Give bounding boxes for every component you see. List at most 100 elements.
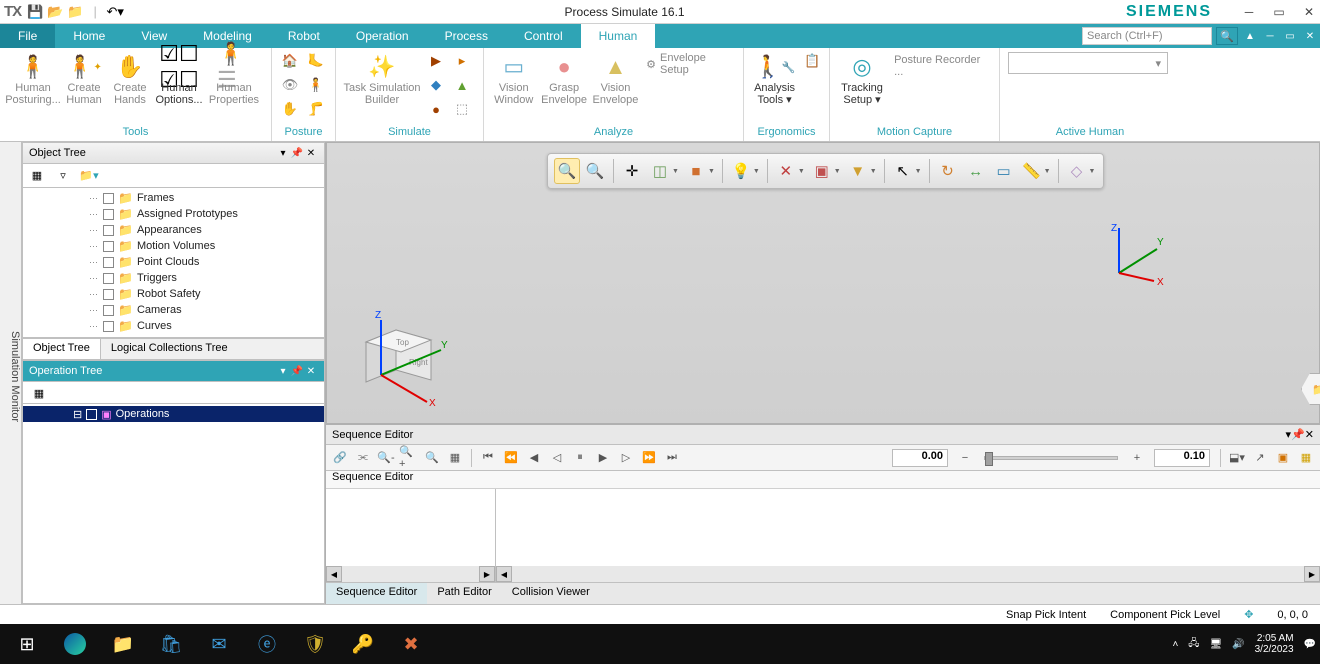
jump-start-icon[interactable]: ⏮ — [478, 448, 498, 468]
tree-tool-3[interactable]: 📁▾ — [79, 167, 99, 185]
tab-collision-viewer[interactable]: Collision Viewer — [502, 583, 600, 604]
view-cube[interactable]: Top Right Z Y X — [351, 300, 451, 413]
analysis-tools-button[interactable]: 🚶🔧 Analysis Tools ▾ — [750, 50, 799, 108]
posture-btn-6[interactable]: 🦵 — [304, 98, 328, 120]
tree-tool-1[interactable]: ▦ — [27, 167, 47, 185]
create-hands-button[interactable]: ✋ Create Hands — [108, 50, 152, 108]
simulation-monitor-tab[interactable]: Simulation Monitor — [0, 142, 22, 604]
tab-file[interactable]: File — [0, 24, 55, 48]
play-back-icon[interactable]: ◁ — [547, 448, 567, 468]
operation-tree-header[interactable]: Operation Tree ▾ 📌 ✕ — [22, 360, 325, 382]
human-posturing-button[interactable]: 🧍 Human Posturing... — [6, 50, 60, 108]
zoom-fit-seq-icon[interactable]: 🔍 — [422, 448, 442, 468]
posture-btn-5[interactable]: ✋ — [278, 98, 302, 120]
select-rect-icon[interactable]: ▭ — [991, 158, 1017, 184]
sim-btn-6[interactable]: ⬚ — [450, 98, 474, 120]
cube-wireframe-icon[interactable]: ◫ — [647, 158, 673, 184]
tab-process[interactable]: Process — [427, 24, 506, 48]
tray-sound-icon[interactable]: 🔊 — [1232, 639, 1244, 650]
maximize-button[interactable]: ▭ — [1272, 5, 1286, 19]
tab-robot[interactable]: Robot — [270, 24, 338, 48]
search-button[interactable]: 🔍 — [1216, 27, 1238, 45]
open-folder-icon[interactable]: 📁 — [67, 4, 83, 20]
zoom-fit-icon[interactable]: 🔍 — [554, 158, 580, 184]
tab-operation[interactable]: Operation — [338, 24, 427, 48]
posture-btn-4[interactable]: 🧍 — [304, 74, 328, 96]
tab-object-tree[interactable]: Object Tree — [23, 339, 101, 359]
task-simulation-builder-button[interactable]: ✨ Task Simulation Builder — [342, 50, 422, 108]
light-icon[interactable]: 💡 — [728, 158, 754, 184]
seq-extra-3[interactable]: ▣ — [1273, 448, 1293, 468]
pin-icon[interactable]: 📌 — [1291, 428, 1305, 441]
tray-clock[interactable]: 2:05 AM 3/2/2023 — [1255, 633, 1294, 655]
ribbon-collapse-up[interactable]: ▲ — [1241, 27, 1259, 45]
cursor-icon[interactable]: ↖ — [890, 158, 916, 184]
tracking-setup-button[interactable]: ◎ Tracking Setup ▾ — [836, 50, 888, 108]
vision-window-button[interactable]: ▭ Vision Window — [490, 50, 537, 108]
seq-extra-2[interactable]: ↗ — [1250, 448, 1270, 468]
taskbar-edge[interactable] — [52, 624, 98, 664]
ribbon-min[interactable]: ─ — [1261, 27, 1279, 45]
ribbon-close[interactable]: ✕ — [1301, 27, 1319, 45]
open-icon[interactable]: 📂 — [47, 4, 63, 20]
pause-icon[interactable]: ⏸ — [570, 448, 590, 468]
target-icon[interactable]: ✛ — [619, 158, 645, 184]
time-slider[interactable] — [984, 456, 1118, 460]
move-icon[interactable]: ↔ — [963, 158, 989, 184]
next-icon[interactable]: ▷ — [616, 448, 636, 468]
close-icon[interactable]: ✕ — [304, 366, 318, 377]
link-icon[interactable]: 🔗 — [330, 448, 350, 468]
dropdown-icon[interactable]: ▾ — [276, 148, 290, 159]
step-back-icon[interactable]: ⏪ — [501, 448, 521, 468]
dropdown-icon[interactable]: ▾ — [276, 366, 290, 377]
tray-display-icon[interactable]: 🖥 — [1209, 639, 1222, 650]
sequence-editor-header[interactable]: Sequence Editor ▾ 📌 ✕ — [326, 425, 1320, 445]
sim-btn-1[interactable]: ▶ — [424, 50, 448, 72]
zoom-icon[interactable]: 🔍 — [582, 158, 608, 184]
object-tree-body[interactable]: ⋯📁Frames ⋯📁Assigned Prototypes ⋯📁Appeara… — [22, 188, 325, 338]
taskbar-ie[interactable]: ⓔ — [244, 624, 290, 664]
close-icon[interactable]: ✕ — [304, 148, 318, 159]
zoom-out-icon[interactable]: 🔍- — [376, 448, 396, 468]
filter-icon[interactable]: ▼ — [845, 158, 871, 184]
posture-btn-1[interactable]: 🏠 — [278, 50, 302, 72]
operation-root[interactable]: ⊟ ▣ Operations — [23, 406, 324, 422]
close-button[interactable]: ✕ — [1302, 5, 1316, 19]
search-input[interactable]: Search (Ctrl+F) — [1082, 27, 1212, 45]
zoom-in-icon[interactable]: 🔍+ — [399, 448, 419, 468]
tab-home[interactable]: Home — [55, 24, 123, 48]
3d-viewport[interactable]: 🔍 🔍 ✛ ◫▼ ■▼ 💡▼ ✕▼ ▣▼ ▼▼ ↖▼ ↻ ↔ ▭ 📏▼ — [326, 142, 1320, 424]
axis-icon[interactable]: ✕ — [773, 158, 799, 184]
eraser-icon[interactable]: ◇ — [1064, 158, 1090, 184]
sim-btn-3[interactable]: ◆ — [424, 74, 448, 96]
tab-sequence-editor[interactable]: Sequence Editor — [326, 583, 427, 604]
active-human-dropdown[interactable]: ▾ — [1008, 52, 1168, 74]
tray-notifications-icon[interactable]: 💬 — [1304, 639, 1316, 650]
taskbar-explorer[interactable]: 📁 — [100, 624, 146, 664]
hex-folder-icon[interactable]: 📁 — [1301, 373, 1320, 405]
tab-path-editor[interactable]: Path Editor — [427, 583, 501, 604]
ruler-icon[interactable]: 📏 — [1019, 158, 1045, 184]
taskbar-app[interactable]: ✖ — [388, 624, 434, 664]
human-options-button[interactable]: ☑☐☑☐ Human Options... — [154, 50, 204, 108]
envelope-setup-button[interactable]: ⚙ Envelope Setup — [646, 52, 733, 76]
close-icon[interactable]: ✕ — [1305, 428, 1314, 441]
step-fwd-icon[interactable]: ⏩ — [639, 448, 659, 468]
time-minus-icon[interactable]: − — [955, 448, 975, 468]
box-icon[interactable]: ▣ — [809, 158, 835, 184]
pin-icon[interactable]: 📌 — [290, 148, 304, 159]
prev-icon[interactable]: ◀ — [524, 448, 544, 468]
grid-icon[interactable]: ▦ — [445, 448, 465, 468]
minimize-button[interactable]: ─ — [1242, 5, 1256, 19]
sim-btn-4[interactable]: ▲ — [450, 74, 474, 96]
seq-extra-1[interactable]: ⬓▾ — [1227, 448, 1247, 468]
ergo-extra-icon[interactable]: 📋 — [801, 50, 823, 72]
taskbar-security[interactable]: 🛡 — [292, 624, 338, 664]
tray-chevron-up[interactable]: ˄ — [1172, 639, 1178, 650]
tab-control[interactable]: Control — [506, 24, 581, 48]
play-icon[interactable]: ▶ — [593, 448, 613, 468]
undo-icon[interactable]: ↶▾ — [107, 4, 123, 20]
operation-tree-body[interactable]: ⊟ ▣ Operations — [22, 404, 325, 604]
cube-solid-icon[interactable]: ■ — [683, 158, 709, 184]
taskbar-mail[interactable]: ✉ — [196, 624, 242, 664]
